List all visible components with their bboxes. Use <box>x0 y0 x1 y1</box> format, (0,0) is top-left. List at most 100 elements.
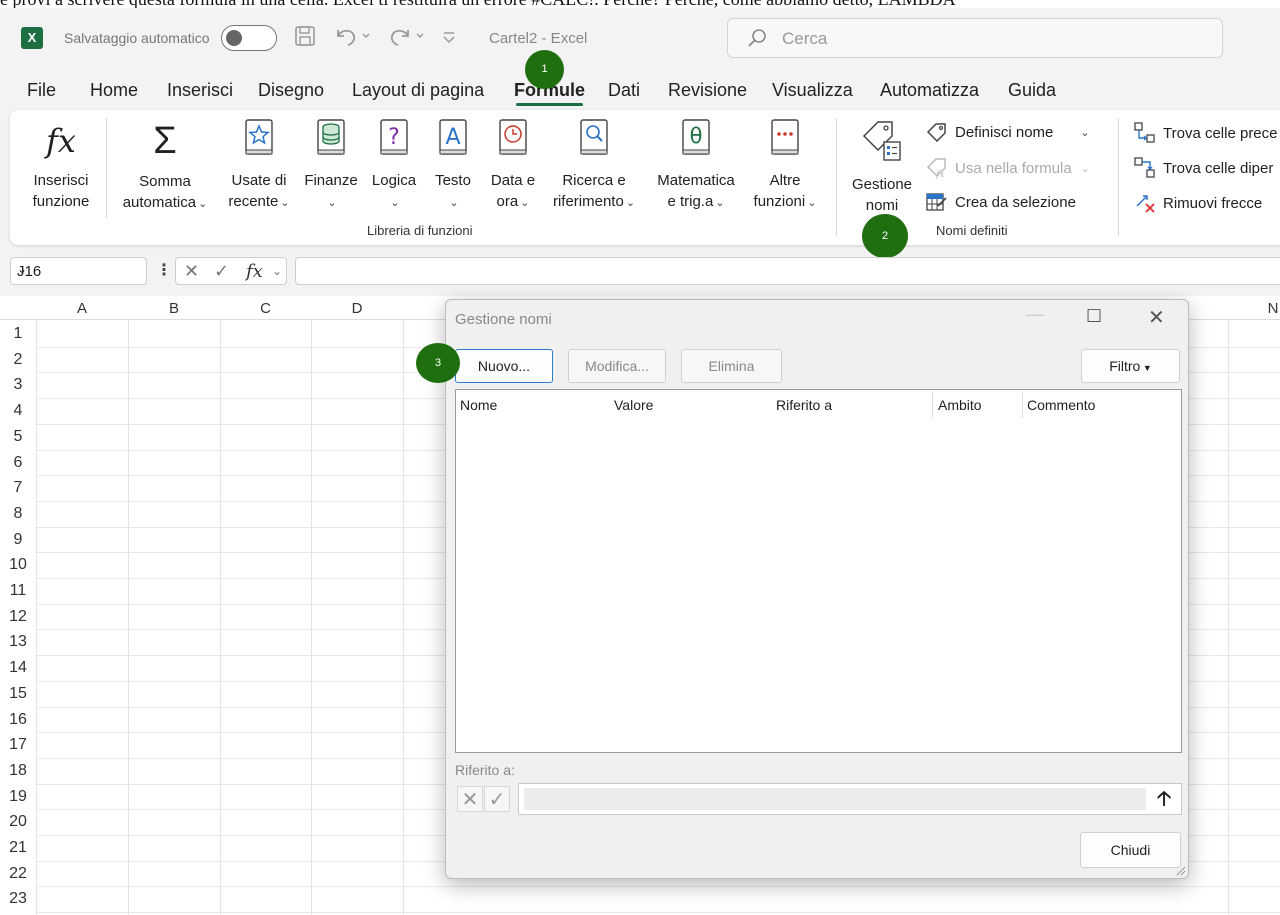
resize-grip-icon[interactable] <box>1174 864 1186 876</box>
grid-line <box>1228 320 1229 915</box>
column-header-d[interactable]: D <box>311 300 403 317</box>
chevron-down-icon[interactable]: ⌄ <box>272 264 282 278</box>
column-header-comment[interactable]: Commento <box>1027 397 1095 413</box>
lookup-reference-button[interactable]: Ricerca e riferimento ⌄ <box>544 118 644 214</box>
financial-button[interactable]: Finanze ⌄ <box>300 118 362 214</box>
grid-line <box>128 320 129 915</box>
column-divider <box>932 392 933 418</box>
row-header[interactable]: 2 <box>0 351 36 369</box>
name-manager-dialog: Gestione nomi — ☐ ✕ Nuovo... Modifica...… <box>445 299 1189 879</box>
question-book-icon: ? <box>380 119 408 155</box>
refers-to-field[interactable] <box>524 788 1146 810</box>
search-box[interactable]: Cerca <box>727 18 1223 58</box>
more-functions-button[interactable]: Altre funzioni ⌄ <box>746 118 824 214</box>
row-header[interactable]: 23 <box>0 890 36 908</box>
column-header-c[interactable]: C <box>220 300 311 317</box>
column-header-b[interactable]: B <box>128 300 220 317</box>
tab-review[interactable]: Revisione <box>668 80 747 101</box>
fx-icon[interactable]: fx <box>246 261 263 282</box>
row-header[interactable]: 14 <box>0 659 36 677</box>
use-in-formula-button[interactable]: fx Usa nella formula ⌄ <box>926 157 1090 179</box>
tab-draw[interactable]: Disegno <box>258 80 324 101</box>
confirm-icon[interactable]: ✓ <box>484 786 510 812</box>
redo-icon[interactable] <box>384 24 428 52</box>
chevron-down-icon[interactable]: ⌄ <box>17 262 138 276</box>
filter-button[interactable]: Filtro ▼ <box>1081 349 1180 383</box>
math-trig-button[interactable]: θ Matematica e trig.a ⌄ <box>650 118 742 214</box>
row-header[interactable]: 11 <box>0 582 36 600</box>
tab-automate[interactable]: Automatizza <box>880 80 979 101</box>
column-header-name[interactable]: Nome <box>460 397 497 413</box>
row-header[interactable]: 20 <box>0 813 36 831</box>
collapse-dialog-icon[interactable]: 🡡 <box>1151 787 1177 811</box>
insert-function-button[interactable]: fx Inserisci funzione <box>20 118 102 212</box>
name-box[interactable]: J16 ⌄ <box>10 257 147 285</box>
customize-toolbar-icon[interactable] <box>436 24 462 52</box>
trace-dependents-button[interactable]: Trova celle diper <box>1134 157 1273 179</box>
grid-line <box>36 886 1280 888</box>
row-header[interactable]: 8 <box>0 505 36 523</box>
undo-icon[interactable] <box>330 24 374 52</box>
new-name-button[interactable]: Nuovo... <box>455 349 553 383</box>
logical-button[interactable]: ? Logica ⌄ <box>366 118 422 214</box>
tab-data[interactable]: Dati <box>608 80 640 101</box>
trace-precedents-button[interactable]: Trova celle prece <box>1134 122 1278 144</box>
minimize-icon[interactable]: — <box>1026 304 1044 325</box>
row-header[interactable]: 3 <box>0 376 36 394</box>
column-header-refers-to[interactable]: Riferito a <box>776 397 832 413</box>
row-header[interactable]: 7 <box>0 479 36 497</box>
row-header[interactable]: 9 <box>0 531 36 549</box>
chevron-down-icon: ⌄ <box>1080 126 1090 139</box>
formula-input[interactable] <box>295 257 1280 285</box>
refers-to-input[interactable]: 🡡 <box>518 783 1182 815</box>
search-placeholder: Cerca <box>782 29 828 48</box>
cancel-icon[interactable]: ✕ <box>457 786 483 812</box>
column-header-a[interactable]: A <box>36 300 128 317</box>
row-header[interactable]: 1 <box>0 325 36 343</box>
row-header[interactable]: 4 <box>0 402 36 420</box>
autosave-toggle[interactable] <box>221 25 277 51</box>
maximize-icon[interactable]: ☐ <box>1086 306 1102 327</box>
row-header[interactable]: 10 <box>0 556 36 574</box>
save-icon[interactable] <box>292 24 318 52</box>
column-header-scope[interactable]: Ambito <box>938 397 982 413</box>
row-header[interactable]: 22 <box>0 865 36 883</box>
tab-help[interactable]: Guida <box>1008 80 1056 101</box>
remove-arrows-button[interactable]: Rimuovi frecce <box>1134 192 1262 214</box>
row-header[interactable]: 15 <box>0 685 36 703</box>
column-divider <box>1022 392 1023 418</box>
cancel-icon[interactable]: ✕ <box>184 261 199 282</box>
tab-home[interactable]: Home <box>90 80 138 101</box>
close-icon[interactable]: ✕ <box>1148 305 1165 330</box>
row-header[interactable]: 12 <box>0 608 36 626</box>
row-header[interactable]: 17 <box>0 736 36 754</box>
row-header[interactable]: 18 <box>0 762 36 780</box>
date-time-button[interactable]: Data e ora ⌄ <box>484 118 542 214</box>
tab-page-layout[interactable]: Layout di pagina <box>352 80 484 101</box>
column-header-n[interactable]: N <box>1258 300 1280 317</box>
row-header[interactable]: 6 <box>0 454 36 472</box>
more-options-icon[interactable]: ⋮ <box>156 260 172 280</box>
enter-icon[interactable]: ✓ <box>214 261 229 282</box>
recently-used-button[interactable]: Usate di recente ⌄ <box>223 118 295 214</box>
define-name-button[interactable]: Definisci nome ⌄ <box>926 122 1090 142</box>
row-header[interactable]: 21 <box>0 839 36 857</box>
tab-file[interactable]: File <box>27 80 56 101</box>
column-header-value[interactable]: Valore <box>614 397 653 413</box>
row-header[interactable]: 16 <box>0 711 36 729</box>
tab-view[interactable]: Visualizza <box>772 80 853 101</box>
autosum-button[interactable]: Σ Somma automatica ⌄ <box>110 118 220 215</box>
delete-name-button[interactable]: Elimina <box>681 349 782 383</box>
tab-insert[interactable]: Inserisci <box>167 80 233 101</box>
names-list[interactable]: Nome Valore Riferito a Ambito Commento <box>455 389 1182 753</box>
edit-name-button[interactable]: Modifica... <box>568 349 666 383</box>
name-manager-button[interactable]: Gestione nomi <box>846 118 918 216</box>
row-header[interactable]: 5 <box>0 428 36 446</box>
row-header[interactable]: 19 <box>0 788 36 806</box>
text-button[interactable]: A Testo ⌄ <box>426 118 480 214</box>
remove-arrows-label: Rimuovi frecce <box>1163 194 1263 212</box>
close-button[interactable]: Chiudi <box>1080 832 1181 868</box>
create-from-selection-button[interactable]: Crea da selezione <box>926 192 1076 212</box>
row-header[interactable]: 13 <box>0 633 36 651</box>
remove-arrows-icon <box>1136 195 1155 213</box>
